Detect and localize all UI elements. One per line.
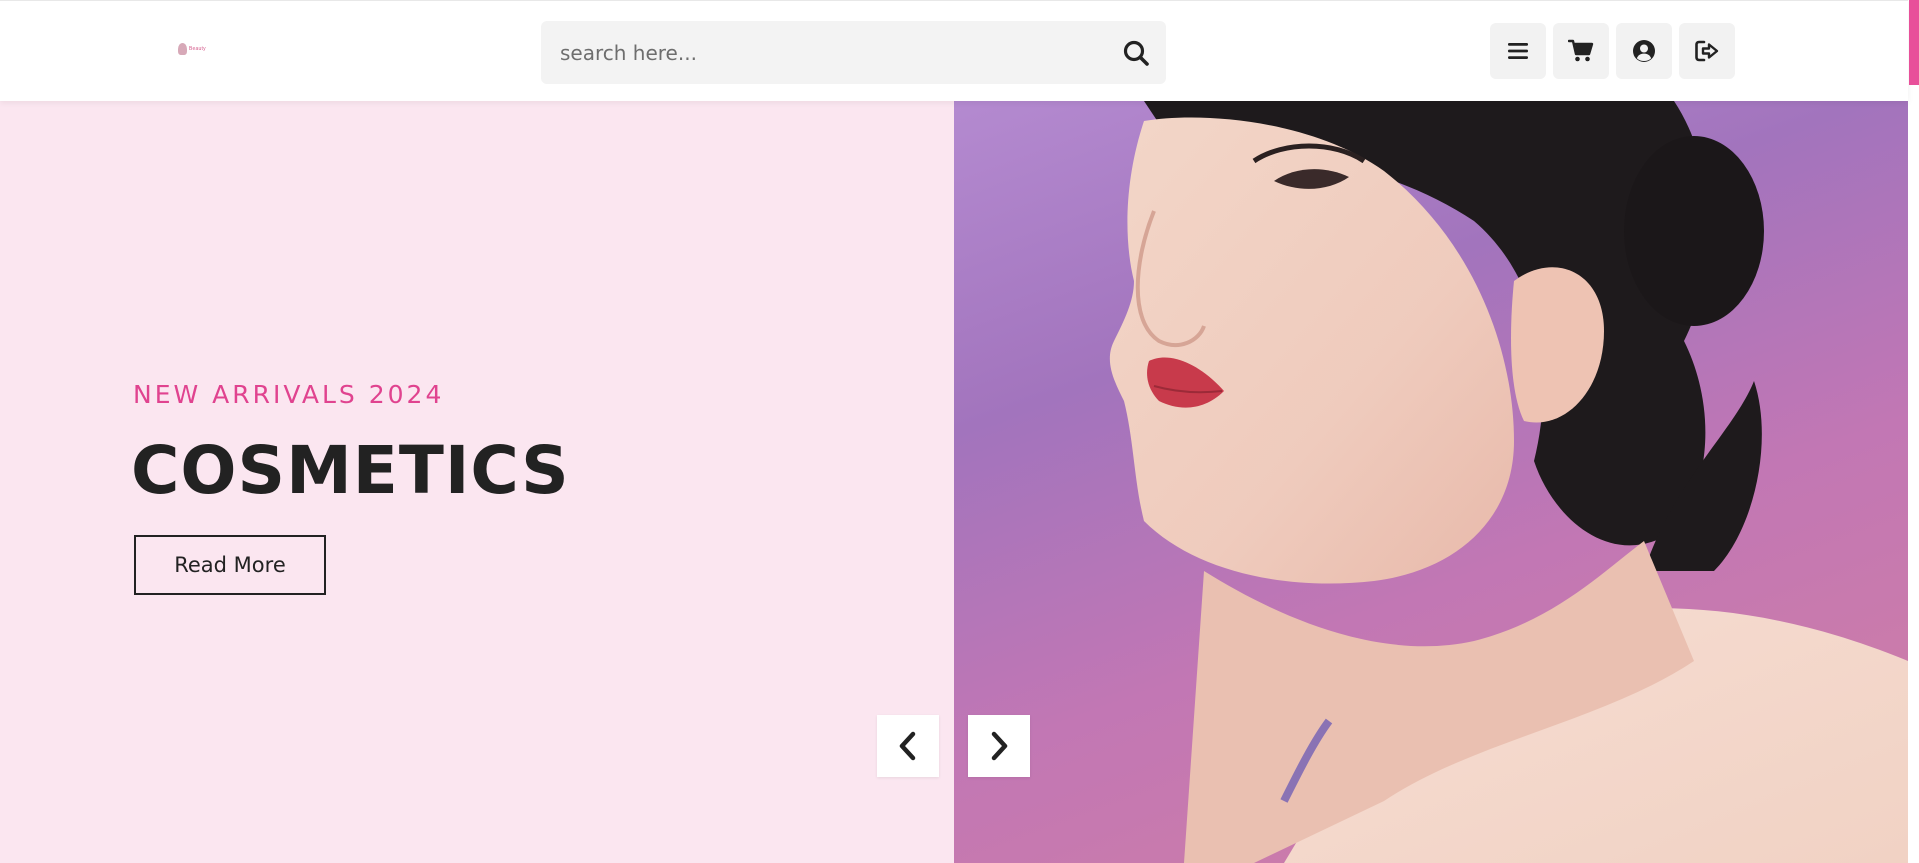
menu-button[interactable] [1490, 23, 1546, 79]
carousel-prev-button[interactable] [877, 715, 939, 777]
search-icon [1123, 40, 1149, 66]
model-portrait-image [954, 101, 1908, 863]
logout-icon [1695, 40, 1719, 62]
logo-text: Beauty [189, 46, 206, 52]
search-button[interactable] [1120, 37, 1152, 69]
chevron-right-icon [991, 731, 1008, 761]
cart-button[interactable] [1553, 23, 1609, 79]
carousel-next-button[interactable] [968, 715, 1030, 777]
search-input[interactable] [541, 21, 1101, 84]
user-icon [1633, 40, 1655, 62]
hero-eyebrow: NEW ARRIVALS 2024 [133, 380, 445, 409]
site-logo[interactable]: Beauty [178, 41, 220, 57]
cart-icon [1568, 39, 1594, 62]
scrollbar-thumb[interactable] [1909, 0, 1919, 85]
search-bar [541, 21, 1166, 84]
hero-title: COSMETICS [131, 432, 570, 509]
logout-button[interactable] [1679, 23, 1735, 79]
portrait-illustration [1109, 101, 1908, 863]
chevron-left-icon [899, 731, 916, 761]
site-header: Beauty [0, 0, 1908, 101]
read-more-button[interactable]: Read More [134, 535, 326, 595]
menu-icon [1508, 43, 1528, 59]
account-button[interactable] [1616, 23, 1672, 79]
page: Beauty search here... NEW ARRIVALS 2024 … [0, 0, 1919, 863]
logo-mark-icon [178, 43, 187, 55]
